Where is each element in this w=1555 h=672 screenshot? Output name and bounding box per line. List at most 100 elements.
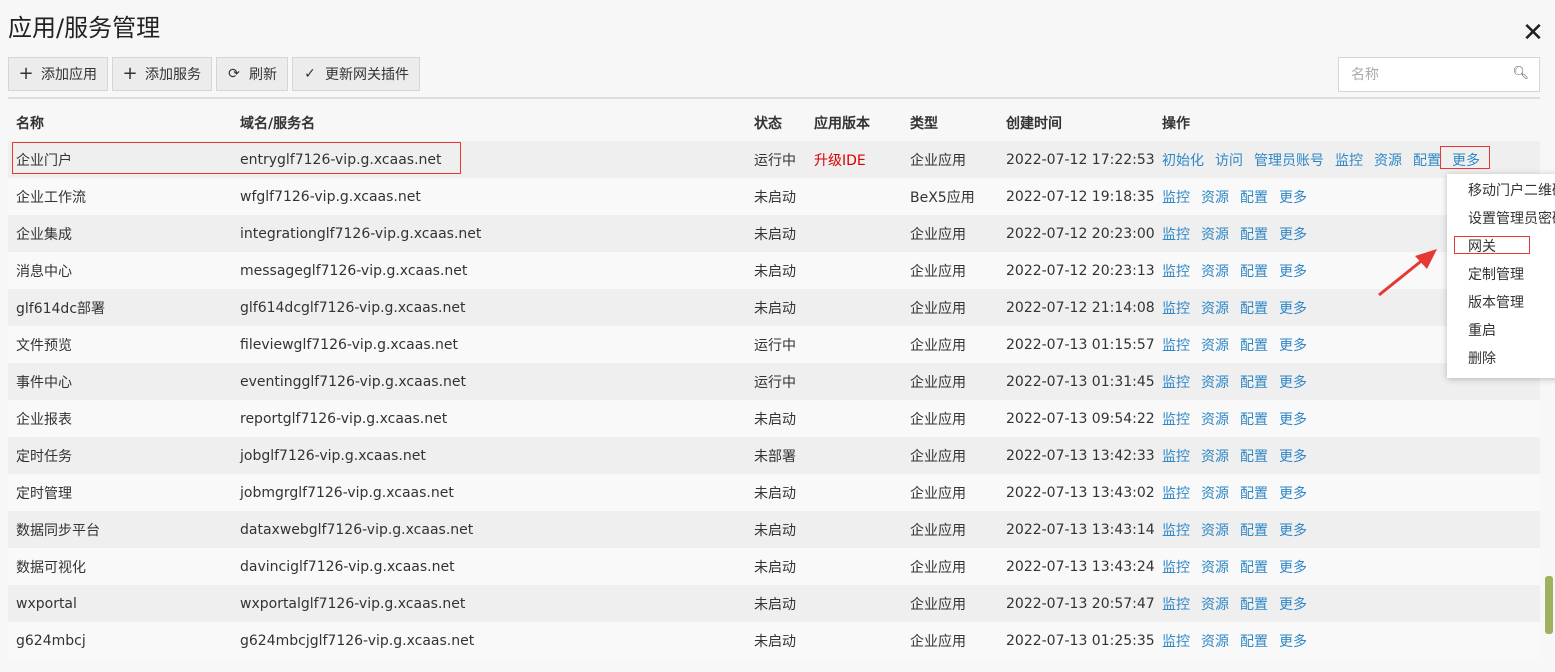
action-link[interactable]: 配置 [1240,560,1268,576]
action-link[interactable]: 更多 [1279,634,1307,650]
action-link[interactable]: 资源 [1201,301,1229,317]
action-link[interactable]: 更多 [1279,486,1307,502]
action-link[interactable]: 配置 [1413,153,1441,169]
table-row[interactable]: glf614dc部署 glf614dcglf7126-vip.g.xcaas.ne… [8,289,1540,326]
action-link[interactable]: 资源 [1201,634,1229,650]
table-row[interactable]: 定时管理 jobmgrglf7126-vip.g.xcaas.net 未启动 企业应用… [8,474,1540,511]
cell-status: 未启动 [754,633,796,650]
action-link[interactable]: 资源 [1201,597,1229,613]
cell-version[interactable]: 升级IDE [806,141,902,178]
action-link[interactable]: 监控 [1335,153,1363,169]
menu-item[interactable]: 删除 [1447,345,1555,373]
action-link[interactable]: 监控 [1162,227,1190,243]
action-link[interactable]: 监控 [1162,338,1190,354]
action-link[interactable]: 资源 [1201,227,1229,243]
refresh-button[interactable]: ⟳ 刷新 [216,57,288,91]
action-link[interactable]: 更多 [1279,375,1307,391]
action-link[interactable]: 配置 [1240,634,1268,650]
table-row[interactable]: 企业集成 integrationglf7126-vip.g.xcaas.net 未启… [8,215,1540,252]
action-link[interactable]: 配置 [1240,597,1268,613]
menu-item[interactable]: 定制管理 [1447,261,1555,289]
add-service-button[interactable]: + 添加服务 [112,57,212,91]
action-link[interactable]: 配置 [1240,449,1268,465]
table-row[interactable]: 企业工作流 wfglf7126-vip.g.xcaas.net 未启动 BeX5应用 2… [8,178,1540,215]
search-icon[interactable]: 🔍︎ [1512,66,1529,81]
action-link[interactable]: 访问 [1215,153,1243,169]
action-link[interactable]: 配置 [1240,523,1268,539]
action-link[interactable]: 配置 [1240,301,1268,317]
action-link[interactable]: 资源 [1374,153,1402,169]
action-link[interactable]: 监控 [1162,597,1190,613]
action-link[interactable]: 资源 [1201,449,1229,465]
cell-domain: davinciglf7126-vip.g.xcaas.net [240,558,455,575]
action-link[interactable]: 配置 [1240,375,1268,391]
menu-item[interactable]: 网关 [1447,233,1555,261]
add-app-button[interactable]: + 添加应用 [8,57,108,91]
page-title: 应用/服务管理 [8,14,161,42]
action-link[interactable]: 配置 [1240,486,1268,502]
cell-status: 未启动 [754,263,796,280]
menu-item[interactable]: 重启 [1447,317,1555,345]
action-link[interactable]: 初始化 [1162,153,1204,169]
action-link[interactable]: 监控 [1162,264,1190,280]
action-link[interactable]: 资源 [1201,190,1229,206]
action-link[interactable]: 管理员账号 [1254,153,1324,169]
table-row[interactable]: 数据可视化 davinciglf7126-vip.g.xcaas.net 未启动 企业… [8,548,1540,585]
column-header-name: 名称 [16,115,44,132]
action-link[interactable]: 资源 [1201,486,1229,502]
table-row[interactable]: 企业门户 entryglf7126-vip.g.xcaas.net 运行中 升级IDE… [8,141,1540,178]
action-link[interactable]: 更多 [1279,190,1307,206]
action-link[interactable]: 配置 [1240,338,1268,354]
action-link[interactable]: 更多 [1279,338,1307,354]
cell-created: 2022-07-13 01:31:45 [1006,373,1154,390]
scrollbar[interactable] [1545,576,1553,634]
menu-item[interactable]: 版本管理 [1447,289,1555,317]
table-row[interactable]: 文件预览 fileviewglf7126-vip.g.xcaas.net 运行中 企业… [8,326,1540,363]
action-link[interactable]: 资源 [1201,560,1229,576]
action-link[interactable]: 配置 [1240,190,1268,206]
action-link[interactable]: 资源 [1201,412,1229,428]
action-link[interactable]: 监控 [1162,190,1190,206]
action-link[interactable]: 资源 [1201,338,1229,354]
cell-version [806,622,902,659]
action-link[interactable]: 更多 [1279,597,1307,613]
action-link[interactable]: 资源 [1201,264,1229,280]
action-link[interactable]: 配置 [1240,264,1268,280]
action-link[interactable]: 更多 [1279,412,1307,428]
menu-item[interactable]: 移动门户二维码 [1447,177,1555,205]
action-link[interactable]: 资源 [1201,375,1229,391]
action-link[interactable]: 监控 [1162,412,1190,428]
table-row[interactable]: 企业报表 reportglf7126-vip.g.xcaas.net 未启动 企业应用… [8,400,1540,437]
action-link[interactable]: 监控 [1162,449,1190,465]
table-row[interactable]: 消息中心 messageglf7126-vip.g.xcaas.net 未启动 企业应… [8,252,1540,289]
table-row[interactable]: 定时任务 jobglf7126-vip.g.xcaas.net 未部署 企业应用 202… [8,437,1540,474]
close-icon[interactable]: ✕ [1518,18,1548,48]
action-link[interactable]: 更多 [1279,449,1307,465]
table-row[interactable]: g624mbcj g624mbcjglf7126-vip.g.xcaas.net 未… [8,622,1540,659]
table-row[interactable]: wxportal wxportalglf7126-vip.g.xcaas.net 未… [8,585,1540,622]
table-row[interactable]: 事件中心 eventingglf7126-vip.g.xcaas.net 运行中 企业… [8,363,1540,400]
action-link[interactable]: 更多 [1279,264,1307,280]
action-link[interactable]: 更多 [1279,227,1307,243]
cell-domain: glf614dcglf7126-vip.g.xcaas.net [240,299,466,316]
table-row[interactable]: 数据同步平台 dataxwebglf7126-vip.g.xcaas.net 未启动… [8,511,1540,548]
action-link[interactable]: 监控 [1162,560,1190,576]
action-link[interactable]: 配置 [1240,412,1268,428]
search-input[interactable] [1339,58,1499,91]
action-link[interactable]: 监控 [1162,375,1190,391]
update-gateway-plugin-button[interactable]: ✓ 更新网关插件 [292,57,420,91]
cell-type: 企业应用 [910,226,966,243]
action-link[interactable]: 监控 [1162,486,1190,502]
action-link[interactable]: 监控 [1162,301,1190,317]
action-link[interactable]: 资源 [1201,523,1229,539]
action-link[interactable]: 监控 [1162,634,1190,650]
cell-domain: messageglf7126-vip.g.xcaas.net [240,262,468,279]
cell-domain: wfglf7126-vip.g.xcaas.net [240,188,421,205]
menu-item[interactable]: 设置管理员密码 [1447,205,1555,233]
action-link[interactable]: 配置 [1240,227,1268,243]
action-link[interactable]: 监控 [1162,523,1190,539]
action-link[interactable]: 更多 [1452,153,1480,169]
action-link[interactable]: 更多 [1279,560,1307,576]
action-link[interactable]: 更多 [1279,301,1307,317]
action-link[interactable]: 更多 [1279,523,1307,539]
